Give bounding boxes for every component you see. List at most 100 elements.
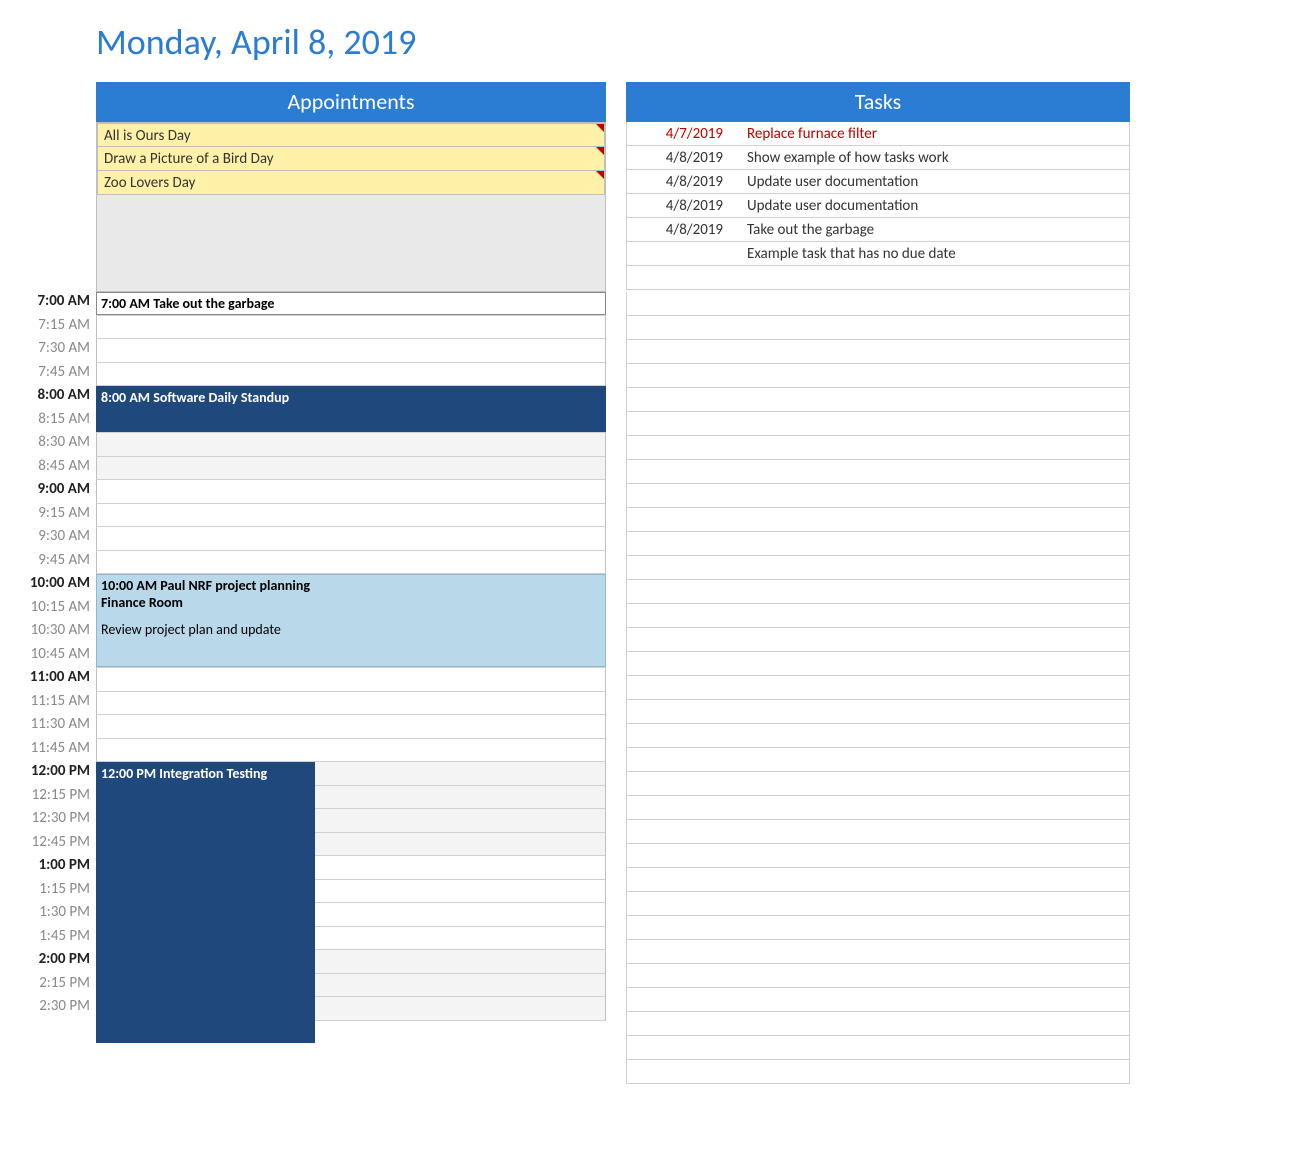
task-empty-row <box>627 1036 1129 1060</box>
task-empty-row <box>627 1012 1129 1036</box>
time-label: 11:15 AM <box>0 692 96 716</box>
task-text: Update user documentation <box>747 197 1129 215</box>
time-slot[interactable] <box>96 433 606 457</box>
time-slot[interactable] <box>96 504 606 528</box>
time-slot[interactable] <box>96 480 606 504</box>
time-label: 7:45 AM <box>0 363 96 387</box>
task-empty-row <box>627 820 1129 844</box>
time-slot[interactable] <box>96 527 606 551</box>
time-label: 12:45 PM <box>0 833 96 857</box>
time-label: 2:00 PM <box>0 950 96 974</box>
time-label: 12:00 PM <box>0 762 96 786</box>
tasks-list-extra <box>626 292 1130 1084</box>
task-empty-row <box>627 892 1129 916</box>
task-empty-row <box>627 316 1129 340</box>
event-title: 8:00 AM Software Daily Standup <box>101 389 601 406</box>
time-slot[interactable] <box>96 457 606 481</box>
tasks-list[interactable]: 4/7/2019Replace furnace filter4/8/2019Sh… <box>626 122 1130 290</box>
time-label: 7:00 AM <box>0 292 96 316</box>
time-slot[interactable] <box>96 551 606 575</box>
task-empty-row <box>627 292 1129 316</box>
task-date: 4/7/2019 <box>627 125 747 143</box>
appointment-event[interactable]: 12:00 PM Integration Testing <box>96 762 315 1043</box>
time-label: 7:15 AM <box>0 316 96 340</box>
time-label: 9:00 AM <box>0 480 96 504</box>
event-title: 10:00 AM Paul NRF project planning <box>101 577 601 594</box>
time-gutter-header <box>0 82 96 122</box>
appointment-event[interactable]: 10:00 AM Paul NRF project planningFinanc… <box>96 574 606 667</box>
task-date: 4/8/2019 <box>627 173 747 191</box>
time-slot[interactable] <box>96 739 606 763</box>
task-row[interactable]: 4/8/2019Update user documentation <box>627 194 1129 218</box>
allday-area[interactable]: All is Ours DayDraw a Picture of a Bird … <box>96 122 606 292</box>
allday-gutter <box>0 122 96 292</box>
time-label: 8:00 AM <box>0 386 96 410</box>
event-location: Finance Room <box>101 594 601 611</box>
time-label: 2:30 PM <box>0 997 96 1021</box>
time-label: 12:30 PM <box>0 809 96 833</box>
time-label: 9:45 AM <box>0 551 96 575</box>
allday-event[interactable]: Draw a Picture of a Bird Day <box>97 147 605 171</box>
task-empty-row <box>627 796 1129 820</box>
task-date: 4/8/2019 <box>627 221 747 239</box>
task-row[interactable]: Example task that has no due date <box>627 242 1129 266</box>
task-empty-row <box>627 532 1129 556</box>
task-empty-row <box>627 1060 1129 1084</box>
task-empty-row <box>627 364 1129 388</box>
task-empty-row <box>627 580 1129 604</box>
task-empty-row <box>627 340 1129 364</box>
task-empty-row <box>627 652 1129 676</box>
tasks-header: Tasks <box>626 82 1130 122</box>
time-label: 9:15 AM <box>0 504 96 528</box>
page-title: Monday, April 8, 2019 <box>0 0 1292 82</box>
task-empty-row <box>627 484 1129 508</box>
task-row[interactable]: 4/8/2019Update user documentation <box>627 170 1129 194</box>
task-text: Show example of how tasks work <box>747 149 1129 167</box>
task-empty-row <box>627 724 1129 748</box>
appointment-grid[interactable]: 7:00 AM Take out the garbage 8:00 AM Soft… <box>96 292 606 1084</box>
time-label: 1:30 PM <box>0 903 96 927</box>
allday-event[interactable]: Zoo Lovers Day <box>97 171 605 195</box>
time-label: 11:00 AM <box>0 668 96 692</box>
time-label: 11:45 AM <box>0 739 96 763</box>
time-label: 10:30 AM <box>0 621 96 645</box>
time-slot[interactable] <box>96 692 606 716</box>
task-empty-row <box>627 508 1129 532</box>
task-empty-row <box>627 628 1129 652</box>
time-slot[interactable] <box>96 339 606 363</box>
event-title: 12:00 PM Integration Testing <box>101 765 310 782</box>
task-empty-row <box>627 388 1129 412</box>
time-slot[interactable] <box>96 715 606 739</box>
time-label: 10:00 AM <box>0 574 96 598</box>
task-date: 4/8/2019 <box>627 197 747 215</box>
time-label: 1:15 PM <box>0 880 96 904</box>
time-label: 8:15 AM <box>0 410 96 434</box>
time-slot[interactable] <box>96 363 606 387</box>
time-labels: 7:00 AM7:15 AM7:30 AM7:45 AM8:00 AM8:15 … <box>0 292 96 1084</box>
task-empty-row <box>627 868 1129 892</box>
appointment-event[interactable]: 7:00 AM Take out the garbage <box>96 292 606 315</box>
task-empty-row <box>627 940 1129 964</box>
time-slot[interactable] <box>96 316 606 340</box>
task-empty-row <box>627 988 1129 1012</box>
task-empty-row <box>627 266 1129 290</box>
time-label: 8:30 AM <box>0 433 96 457</box>
allday-event[interactable]: All is Ours Day <box>97 123 605 147</box>
time-label: 2:15 PM <box>0 974 96 998</box>
task-empty-row <box>627 916 1129 940</box>
time-label: 11:30 AM <box>0 715 96 739</box>
task-row[interactable]: 4/8/2019Take out the garbage <box>627 218 1129 242</box>
task-text: Example task that has no due date <box>747 245 1129 263</box>
task-empty-row <box>627 676 1129 700</box>
time-label: 1:45 PM <box>0 927 96 951</box>
task-row[interactable]: 4/7/2019Replace furnace filter <box>627 122 1129 146</box>
task-empty-row <box>627 772 1129 796</box>
task-empty-row <box>627 700 1129 724</box>
time-label: 8:45 AM <box>0 457 96 481</box>
task-empty-row <box>627 964 1129 988</box>
time-label: 7:30 AM <box>0 339 96 363</box>
task-empty-row <box>627 748 1129 772</box>
task-row[interactable]: 4/8/2019Show example of how tasks work <box>627 146 1129 170</box>
appointment-event[interactable]: 8:00 AM Software Daily Standup <box>96 386 606 432</box>
time-slot[interactable] <box>96 668 606 692</box>
